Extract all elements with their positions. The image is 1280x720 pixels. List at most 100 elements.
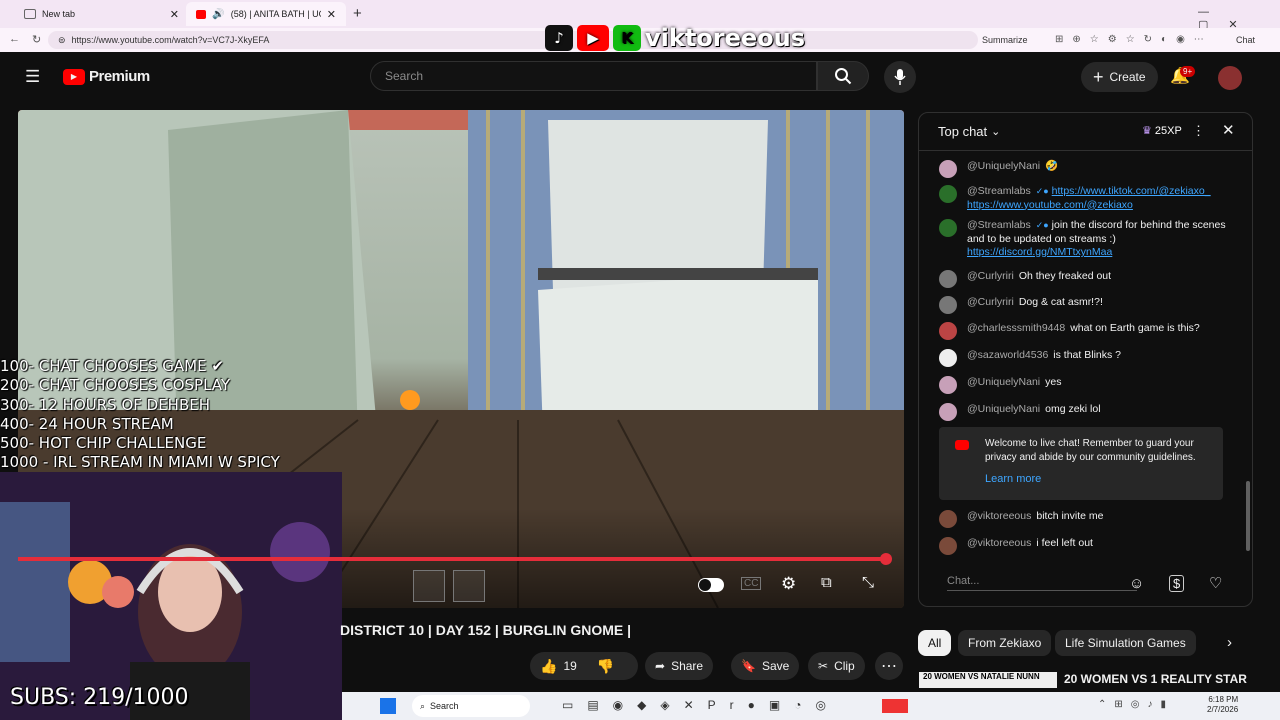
thumbs-down-icon[interactable]: 👎	[597, 658, 614, 675]
xp-badge[interactable]: ♛ 25XP	[1142, 124, 1182, 137]
youtube-logo[interactable]: ▶ Premium	[63, 68, 150, 85]
recommended-thumbnail[interactable]: 20 WOMEN VS NATALIE NUNN	[919, 672, 1057, 688]
welcome-text: Welcome to live chat! Remember to guard …	[985, 438, 1196, 463]
copilot-chat-button[interactable]: Chat	[1236, 35, 1255, 45]
chat-author[interactable]: @viktoreeous	[967, 510, 1031, 522]
chat-author[interactable]: @UniquelyNani	[967, 403, 1040, 415]
search-button[interactable]	[817, 61, 869, 91]
hamburger-menu-icon[interactable]: ☰	[25, 67, 40, 87]
chat-input[interactable]: Chat...	[947, 575, 1137, 591]
chat-author[interactable]: @Curlyriri	[967, 296, 1014, 308]
avatar[interactable]	[1218, 66, 1242, 90]
avatar	[939, 270, 957, 288]
windows-taskbar: ⌕ Search ▭▤◉◆◈✕Pr●▣◔◎ ⌃⊞◎♪▮ 6:18 PM 2/7/2…	[342, 692, 1280, 720]
progress-bar[interactable]	[18, 557, 886, 561]
notification-badge: 9+	[1180, 66, 1196, 77]
scissors-icon: ✂	[818, 659, 829, 673]
captions-icon[interactable]: CC	[741, 577, 762, 590]
kick-icon: K	[613, 25, 641, 51]
toggle-knob	[699, 579, 711, 591]
progress-scrubber[interactable]	[880, 553, 892, 565]
chat-message: @Curlyriri Dog & cat asmr!?!	[939, 296, 1239, 314]
toolbar-icons[interactable]: ⊞⊕☆⚙☆↻◐◉⋯	[1055, 34, 1213, 45]
thumbs-up-icon[interactable]: 👍	[540, 658, 557, 675]
url-field[interactable]: ⊜ https://www.youtube.com/watch?v=VC7J-X…	[48, 31, 978, 49]
tab-new-tab[interactable]: New tab ✕	[14, 2, 189, 26]
chat-message: @Curlyriri Oh they freaked out	[939, 270, 1239, 288]
chat-message: @UniquelyNani omg zeki lol	[939, 403, 1239, 421]
chat-scrollbar[interactable]	[1246, 155, 1250, 555]
emoji-icon[interactable]: ☺	[1129, 575, 1144, 592]
chat-mode-label[interactable]: Top chat	[938, 124, 987, 139]
tab-favicon-icon	[24, 9, 36, 19]
chip-all[interactable]: All	[918, 630, 952, 656]
clock-time: 6:18 PM	[1208, 695, 1239, 704]
chapter-thumb[interactable]	[413, 570, 445, 602]
share-icon: ➦	[655, 659, 666, 673]
close-chat-icon[interactable]: ✕	[1222, 121, 1235, 139]
fullscreen-exit-icon[interactable]: ⤡	[862, 574, 874, 591]
close-icon[interactable]: ✕	[170, 8, 179, 21]
chat-author[interactable]: @sazaworld4536	[967, 349, 1048, 361]
super-chat-icon[interactable]: $	[1169, 575, 1185, 592]
summarize-button[interactable]: Summarize	[982, 35, 1028, 45]
chat-message: @viktoreeous bitch invite me	[939, 510, 1239, 528]
avatar	[939, 403, 957, 421]
like-dislike-group[interactable]: 👍 19 👎	[530, 652, 638, 680]
chat-author[interactable]: @Streamlabs	[967, 219, 1031, 231]
back-icon[interactable]: ←	[9, 33, 20, 45]
chevron-down-icon[interactable]: ⌄	[991, 125, 1000, 138]
more-vert-icon[interactable]: ⋮	[1192, 123, 1205, 139]
new-tab-plus-icon[interactable]: +	[353, 5, 362, 22]
chat-text: omg zeki lol	[1045, 403, 1101, 415]
chat-author[interactable]: @Streamlabs	[967, 185, 1031, 197]
scrollbar-thumb[interactable]	[1246, 481, 1250, 551]
taskbar-search[interactable]: ⌕ Search	[412, 695, 530, 717]
autoplay-toggle[interactable]	[698, 578, 724, 592]
chat-author[interactable]: @Curlyriri	[967, 270, 1014, 282]
chat-author[interactable]: @charlesssmith9448	[967, 322, 1065, 334]
site-info-icon: ⊜	[58, 34, 66, 45]
goal-line: 100- CHAT CHOOSES GAME ✔	[0, 357, 224, 375]
heart-icon[interactable]: ♡	[1209, 574, 1222, 592]
plus-icon: +	[1093, 66, 1104, 87]
chat-author[interactable]: @UniquelyNani	[967, 160, 1040, 172]
chip-life-simulation[interactable]: Life Simulation Games	[1055, 630, 1196, 656]
save-button[interactable]: 🔖 Save	[731, 652, 800, 680]
microphone-icon	[894, 69, 906, 85]
verified-icon: ✓●	[1035, 220, 1049, 230]
streamer-webcam-image	[0, 472, 342, 720]
search-icon: ⌕	[420, 700, 426, 711]
chat-author[interactable]: @viktoreeous	[967, 537, 1031, 549]
taskbar-app-icons[interactable]: ▭▤◉◆◈✕Pr●▣◔◎	[562, 698, 840, 712]
subs-counter: SUBS: 219/1000	[10, 685, 189, 710]
avatar	[939, 537, 957, 555]
recommended-title[interactable]: 20 WOMEN VS 1 REALITY STAR	[1064, 672, 1247, 686]
create-button[interactable]: + Create	[1081, 62, 1158, 92]
chip-from-zekiaxo[interactable]: From Zekiaxo	[958, 630, 1052, 656]
search-input[interactable]: Search	[370, 61, 817, 91]
learn-more-link[interactable]: Learn more	[985, 473, 1041, 485]
chapter-thumb[interactable]	[453, 570, 485, 602]
voice-search-button[interactable]	[884, 61, 916, 93]
windows-start-icon[interactable]	[380, 698, 396, 714]
avatar	[939, 349, 957, 367]
chat-link[interactable]: https://discord.gg/NMTtxynMaa	[967, 246, 1112, 258]
clock[interactable]: 6:18 PM 2/7/2026	[1207, 695, 1238, 715]
close-icon[interactable]: ✕	[327, 8, 336, 21]
refresh-icon[interactable]: ↻	[32, 33, 41, 46]
settings-gear-icon[interactable]: ⚙	[781, 574, 796, 594]
system-tray-icons[interactable]: ⌃⊞◎♪▮	[1098, 699, 1174, 710]
theater-mode-icon[interactable]: ⧉	[821, 574, 832, 591]
more-actions-button[interactable]: ⋯	[875, 652, 903, 680]
goal-line: 500- HOT CHIP CHALLENGE	[0, 434, 207, 453]
chat-text: Oh they freaked out	[1018, 270, 1112, 282]
share-button[interactable]: ➦ Share	[645, 652, 714, 680]
tab-youtube[interactable]: 🔊 (58) | ANITA BATH | UGLY TRO ✕	[186, 2, 346, 26]
taskbar-active-app[interactable]	[882, 699, 908, 713]
clip-button[interactable]: ✂ Clip	[808, 652, 865, 680]
chat-author[interactable]: @UniquelyNani	[967, 376, 1040, 388]
chevron-right-icon[interactable]: ›	[1227, 634, 1232, 651]
stream-brand-overlay: ♪ ▶ K viktoreeous	[545, 24, 805, 52]
chat-message: @UniquelyNani yes	[939, 376, 1239, 394]
